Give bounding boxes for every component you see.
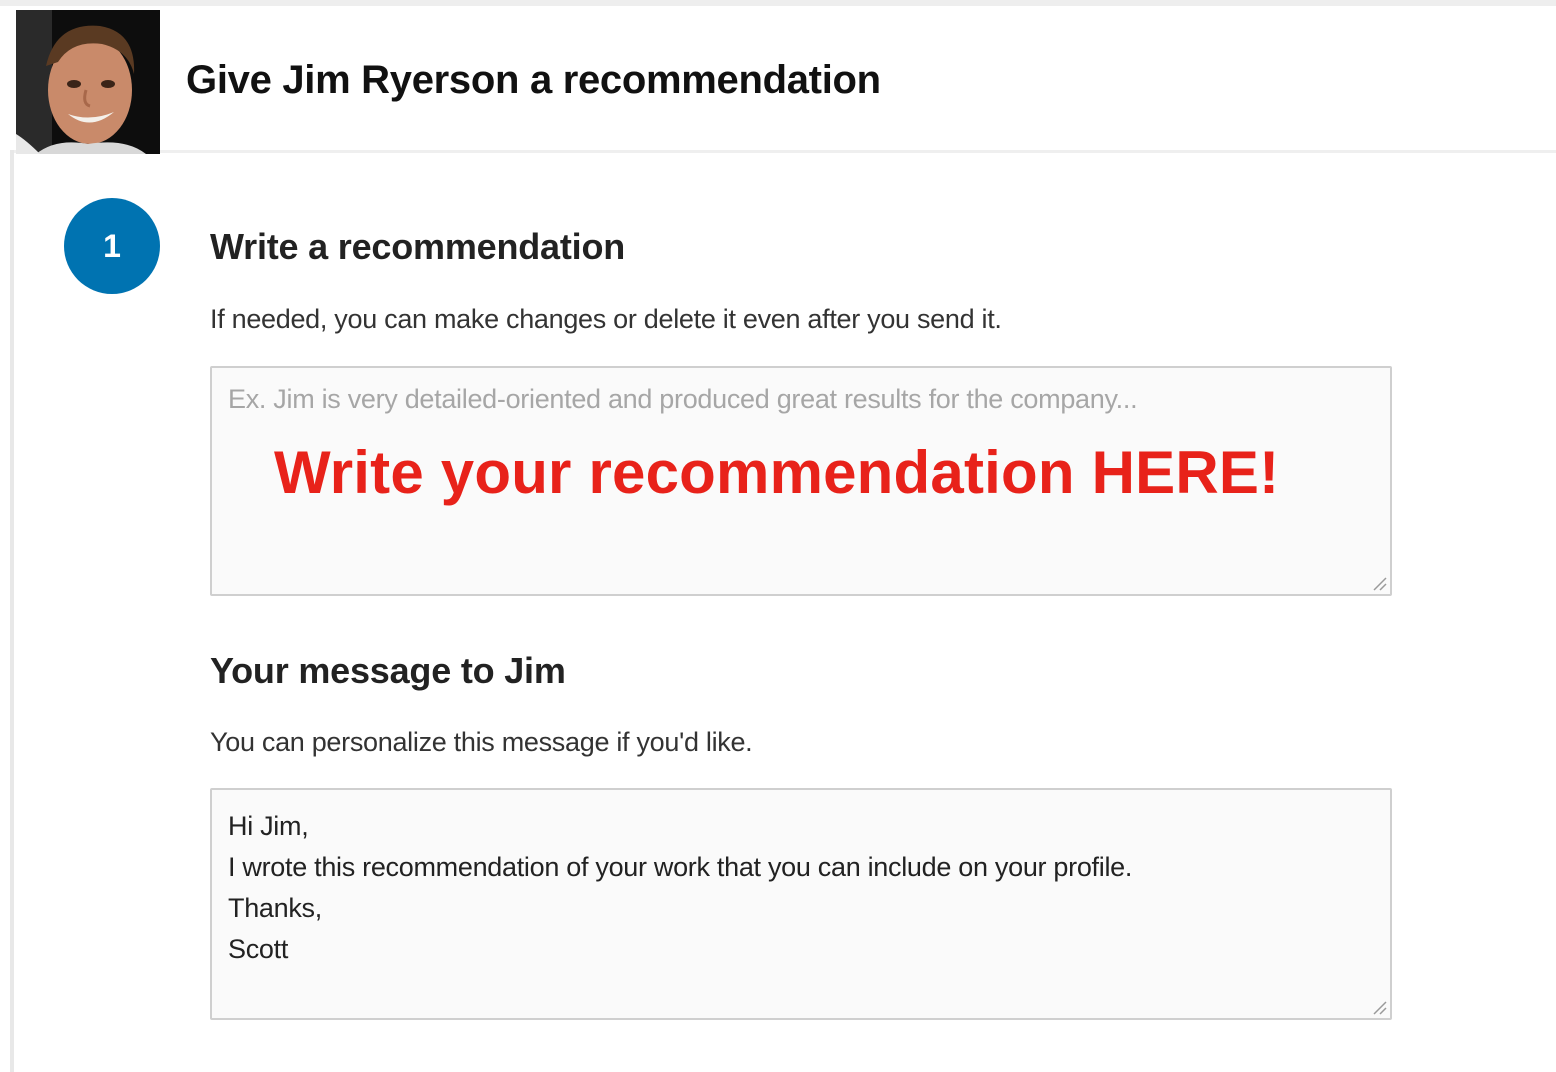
message-line: I wrote this recommendation of your work… xyxy=(228,852,1133,882)
person-photo-icon xyxy=(16,10,160,154)
message-line: Hi Jim, xyxy=(228,811,309,841)
avatar[interactable] xyxy=(16,10,160,154)
left-border xyxy=(10,150,14,1072)
page-header: Give Jim Ryerson a recommendation xyxy=(14,6,1556,154)
message-helper-text: You can personalize this message if you'… xyxy=(210,727,753,757)
recommendation-textarea[interactable]: Ex. Jim is very detailed-oriented and pr… xyxy=(210,366,1392,596)
resize-grip-icon[interactable] xyxy=(1369,997,1387,1015)
recommendation-helper-text: If needed, you can make changes or delet… xyxy=(210,304,1002,334)
resize-grip-icon[interactable] xyxy=(1369,573,1387,591)
step-number-badge: 1 xyxy=(64,198,160,294)
recommendation-callout: Write your recommendation HERE! xyxy=(274,439,1280,506)
message-line: Scott xyxy=(228,934,289,964)
message-line: Thanks, xyxy=(228,893,322,923)
message-textarea[interactable]: Hi Jim, I wrote this recommendation of y… xyxy=(210,788,1392,1020)
message-heading: Your message to Jim xyxy=(210,650,566,691)
recommendation-placeholder: Ex. Jim is very detailed-oriented and pr… xyxy=(228,384,1138,414)
recommendation-page: Give Jim Ryerson a recommendation 1 Writ… xyxy=(0,0,1556,1072)
recommendation-heading: Write a recommendation xyxy=(210,226,626,267)
page-title: Give Jim Ryerson a recommendation xyxy=(186,58,881,102)
message-text: Hi Jim, I wrote this recommendation of y… xyxy=(228,806,1132,970)
